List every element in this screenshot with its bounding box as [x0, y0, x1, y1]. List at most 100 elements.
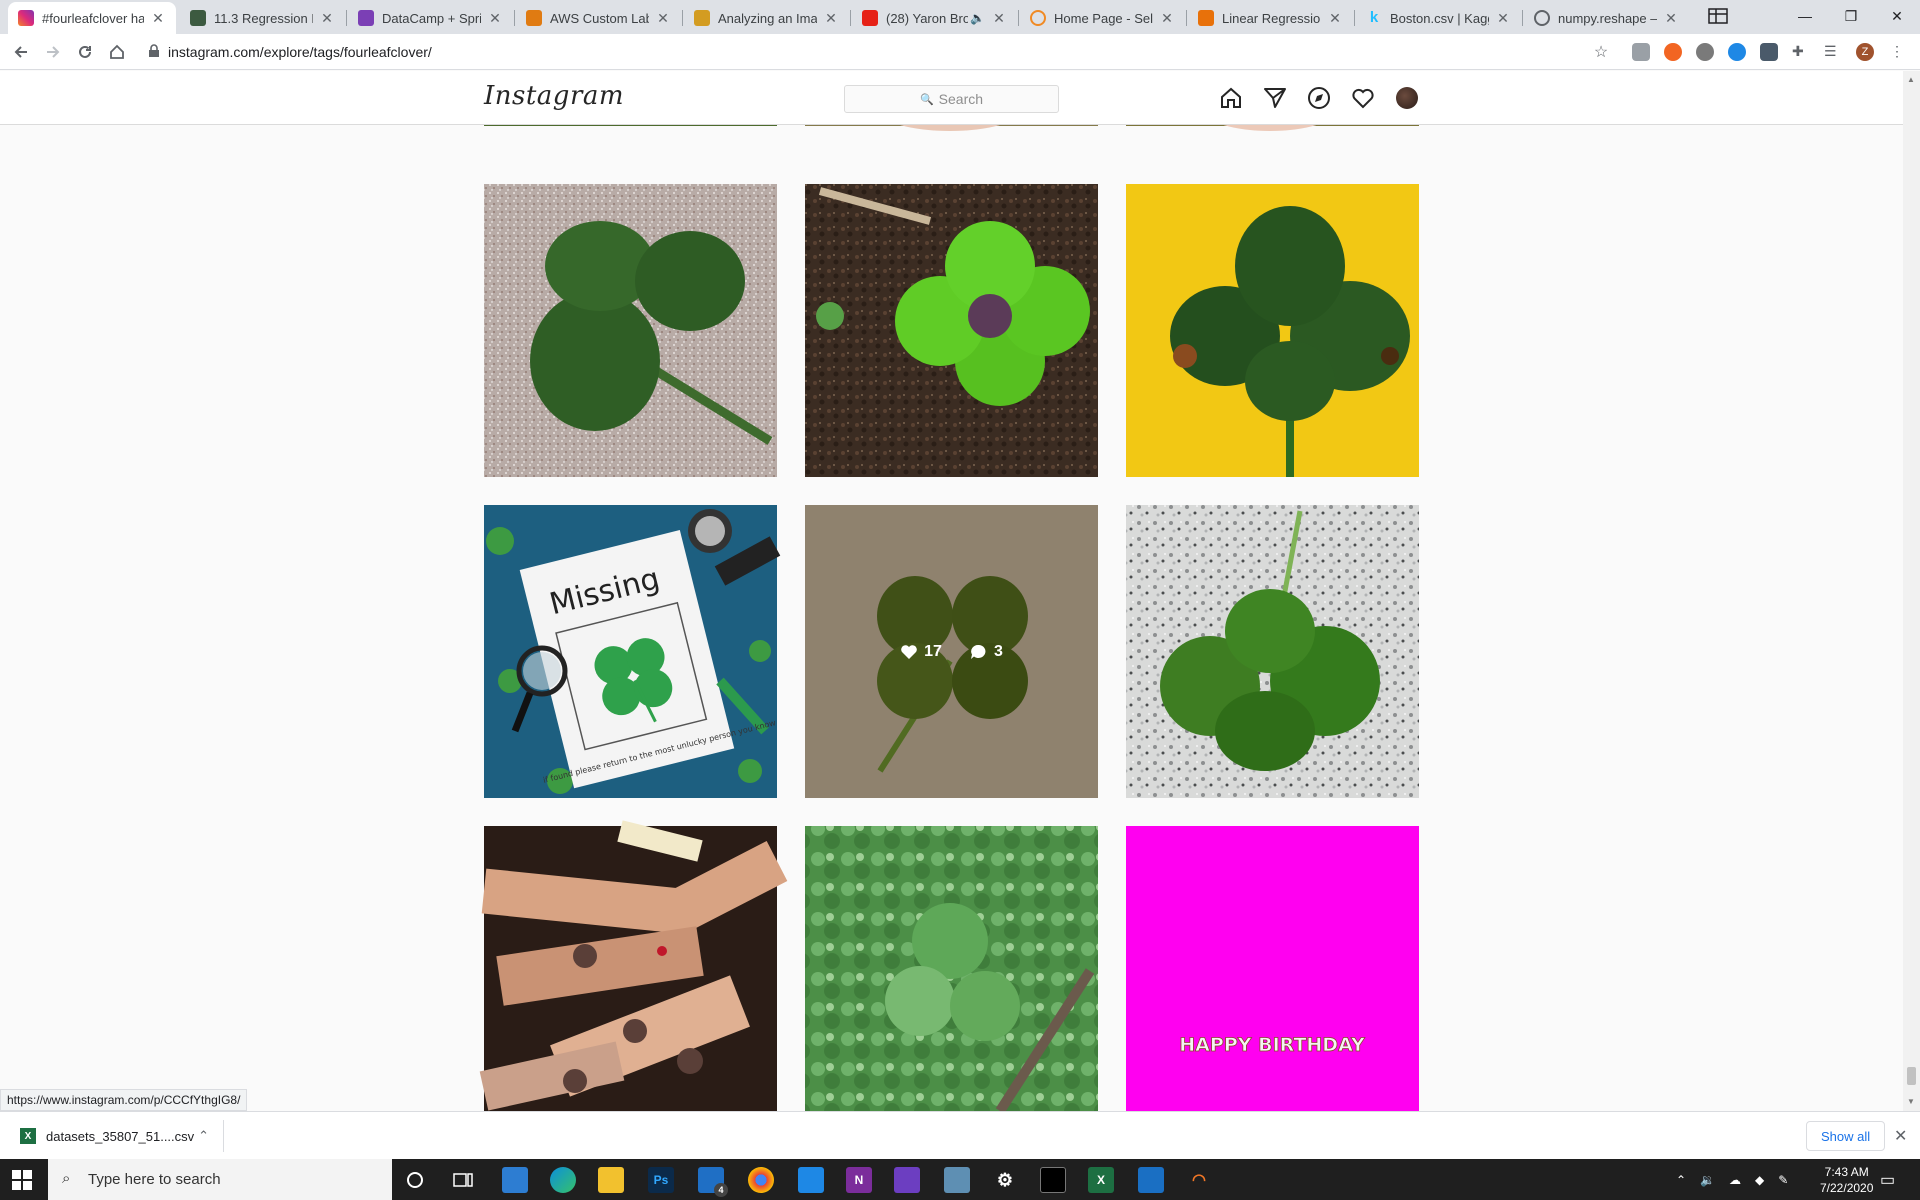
tab-favicon [190, 10, 206, 26]
profile-avatar-button[interactable] [1394, 85, 1420, 111]
chrome-icon[interactable] [748, 1167, 774, 1193]
menu-icon[interactable]: ⋮ [1888, 43, 1906, 61]
minimize-icon[interactable]: — [1782, 0, 1828, 32]
profile-avatar[interactable]: Z [1856, 43, 1874, 61]
post-clover-yellow[interactable] [1126, 184, 1419, 477]
settings-gear-icon[interactable]: ⚙ [992, 1167, 1018, 1193]
direct-message-icon[interactable] [1262, 85, 1288, 111]
explore-compass-icon[interactable] [1306, 85, 1332, 111]
download-item[interactable]: X datasets_35807_51....csv ⌃ [14, 1120, 224, 1152]
scroll-up-icon[interactable]: ▲ [1907, 75, 1915, 84]
photoshop-icon[interactable]: Ps [648, 1167, 674, 1193]
mail-icon[interactable]: 4 [698, 1167, 728, 1197]
tab-youtube[interactable]: (28) Yaron Broo 🔈 ✕ [852, 2, 1017, 34]
status-url: https://www.instagram.com/p/CCCfYthgIG8/ [0, 1089, 248, 1111]
close-icon[interactable]: ✕ [319, 10, 335, 27]
photos-icon[interactable] [1138, 1167, 1164, 1193]
close-icon[interactable]: ✕ [1327, 10, 1343, 27]
windows-start-icon[interactable] [12, 1170, 32, 1195]
address-bar[interactable]: instagram.com/explore/tags/fourleafclove… [140, 38, 1620, 66]
chevron-up-icon[interactable]: ⌃ [1676, 1173, 1686, 1187]
tab-analyzing[interactable]: Analyzing an Image ✕ [684, 2, 849, 34]
tab-numpy[interactable]: numpy.reshape — N ✕ [1524, 2, 1689, 34]
post-clover-speckled[interactable] [484, 184, 777, 477]
tab-datacamp[interactable]: DataCamp + Spring ✕ [348, 2, 513, 34]
likes-count: 17 [900, 643, 942, 661]
edge-icon[interactable] [550, 1167, 576, 1193]
instagram-logo[interactable]: Instagram [484, 81, 624, 111]
excel-icon[interactable]: X [1088, 1167, 1114, 1193]
tab-regression[interactable]: 11.3 Regression Mo ✕ [180, 2, 345, 34]
close-icon[interactable]: ✕ [991, 10, 1007, 27]
clock[interactable]: 7:43 AM 7/22/2020 [1820, 1159, 1873, 1200]
close-icon[interactable]: ✕ [1663, 10, 1679, 27]
bookmark-star-icon[interactable]: ☆ [1586, 37, 1616, 67]
file-explorer-icon[interactable] [598, 1167, 624, 1193]
scrollbar-thumb[interactable] [1907, 1067, 1916, 1085]
lock-icon[interactable] [148, 43, 160, 61]
restore-icon[interactable]: ❐ [1828, 0, 1874, 32]
close-icon[interactable]: ✕ [150, 10, 166, 27]
search-input[interactable]: 🔍 Search [844, 85, 1059, 113]
tab-homepage[interactable]: Home Page - Select ✕ [1020, 2, 1185, 34]
tab-aws[interactable]: AWS Custom Labels ✕ [516, 2, 681, 34]
scroll-down-icon[interactable]: ▼ [1907, 1097, 1915, 1106]
notifications-icon[interactable]: ▭ [1880, 1159, 1895, 1200]
close-icon[interactable]: ✕ [487, 10, 503, 27]
post-happy-birthday[interactable]: HAPPY BIRTHDAY [1126, 826, 1419, 1111]
app-icon[interactable] [798, 1167, 824, 1193]
task-view-icon[interactable] [450, 1167, 476, 1193]
activity-heart-icon[interactable] [1350, 85, 1376, 111]
pen-icon[interactable]: ✎ [1778, 1173, 1788, 1187]
terminal-icon[interactable] [1040, 1167, 1066, 1193]
chevron-up-icon[interactable]: ⌃ [198, 1128, 209, 1144]
post-clover-granite[interactable] [1126, 505, 1419, 798]
taskbar-search-box[interactable]: ⌕ Type here to search [48, 1159, 392, 1200]
cortana-icon[interactable] [402, 1167, 428, 1193]
cloud-icon[interactable]: ☁ [1729, 1173, 1741, 1187]
close-downloads-icon[interactable]: ✕ [1894, 1126, 1907, 1146]
post-hands-tattoos[interactable] [479, 820, 788, 1111]
tab-kaggle[interactable]: k Boston.csv | Kaggle ✕ [1356, 2, 1521, 34]
tab-divider [1354, 10, 1355, 26]
extension-icon[interactable] [1728, 43, 1746, 61]
volume-icon[interactable]: 🔉 [1700, 1173, 1715, 1187]
mail-badge: 4 [714, 1183, 728, 1197]
show-all-button[interactable]: Show all [1806, 1121, 1886, 1151]
forward-icon[interactable] [38, 37, 68, 67]
reading-list-icon[interactable]: ☰ [1824, 43, 1842, 61]
home-icon[interactable] [1218, 85, 1244, 111]
speaker-icon[interactable]: 🔈 [970, 11, 985, 25]
close-icon[interactable]: ✕ [823, 10, 839, 27]
globe-icon [1534, 10, 1550, 26]
tab-divider [682, 10, 683, 26]
app-icon[interactable] [944, 1167, 970, 1193]
dropbox-icon[interactable]: ◆ [1755, 1173, 1764, 1187]
tab-linear-regression[interactable]: Linear Regression S ✕ [1188, 2, 1353, 34]
reload-icon[interactable] [70, 37, 100, 67]
tab-search-icon[interactable] [1695, 0, 1741, 32]
close-window-icon[interactable]: ✕ [1874, 0, 1920, 32]
tab-favicon [694, 10, 710, 26]
tab-divider [1018, 10, 1019, 26]
extension-icon[interactable] [1696, 43, 1714, 61]
excel-file-icon: X [20, 1128, 36, 1144]
extension-icon[interactable] [1760, 43, 1778, 61]
post-clover-patch[interactable] [805, 826, 1098, 1111]
puzzle-extensions-icon[interactable]: ✚ [1792, 43, 1810, 61]
close-icon[interactable]: ✕ [1159, 10, 1175, 27]
back-icon[interactable] [6, 37, 36, 67]
extension-icon[interactable] [1664, 43, 1682, 61]
close-icon[interactable]: ✕ [1495, 10, 1511, 27]
extension-grammarly-icon[interactable] [1632, 43, 1650, 61]
onenote-icon[interactable]: N [846, 1167, 872, 1193]
tab-instagram[interactable]: #fourleafclover has ✕ [8, 2, 176, 34]
page-scrollbar[interactable]: ▲ ▼ [1903, 71, 1920, 1111]
post-clover-soil[interactable] [805, 184, 1098, 477]
home-icon[interactable] [102, 37, 132, 67]
store-icon[interactable] [502, 1167, 528, 1193]
visual-studio-icon[interactable] [894, 1167, 920, 1193]
jupyter-icon[interactable]: ◠ [1186, 1167, 1212, 1193]
post-hover-overlay[interactable]: 17 3 [805, 505, 1098, 798]
close-icon[interactable]: ✕ [655, 10, 671, 27]
